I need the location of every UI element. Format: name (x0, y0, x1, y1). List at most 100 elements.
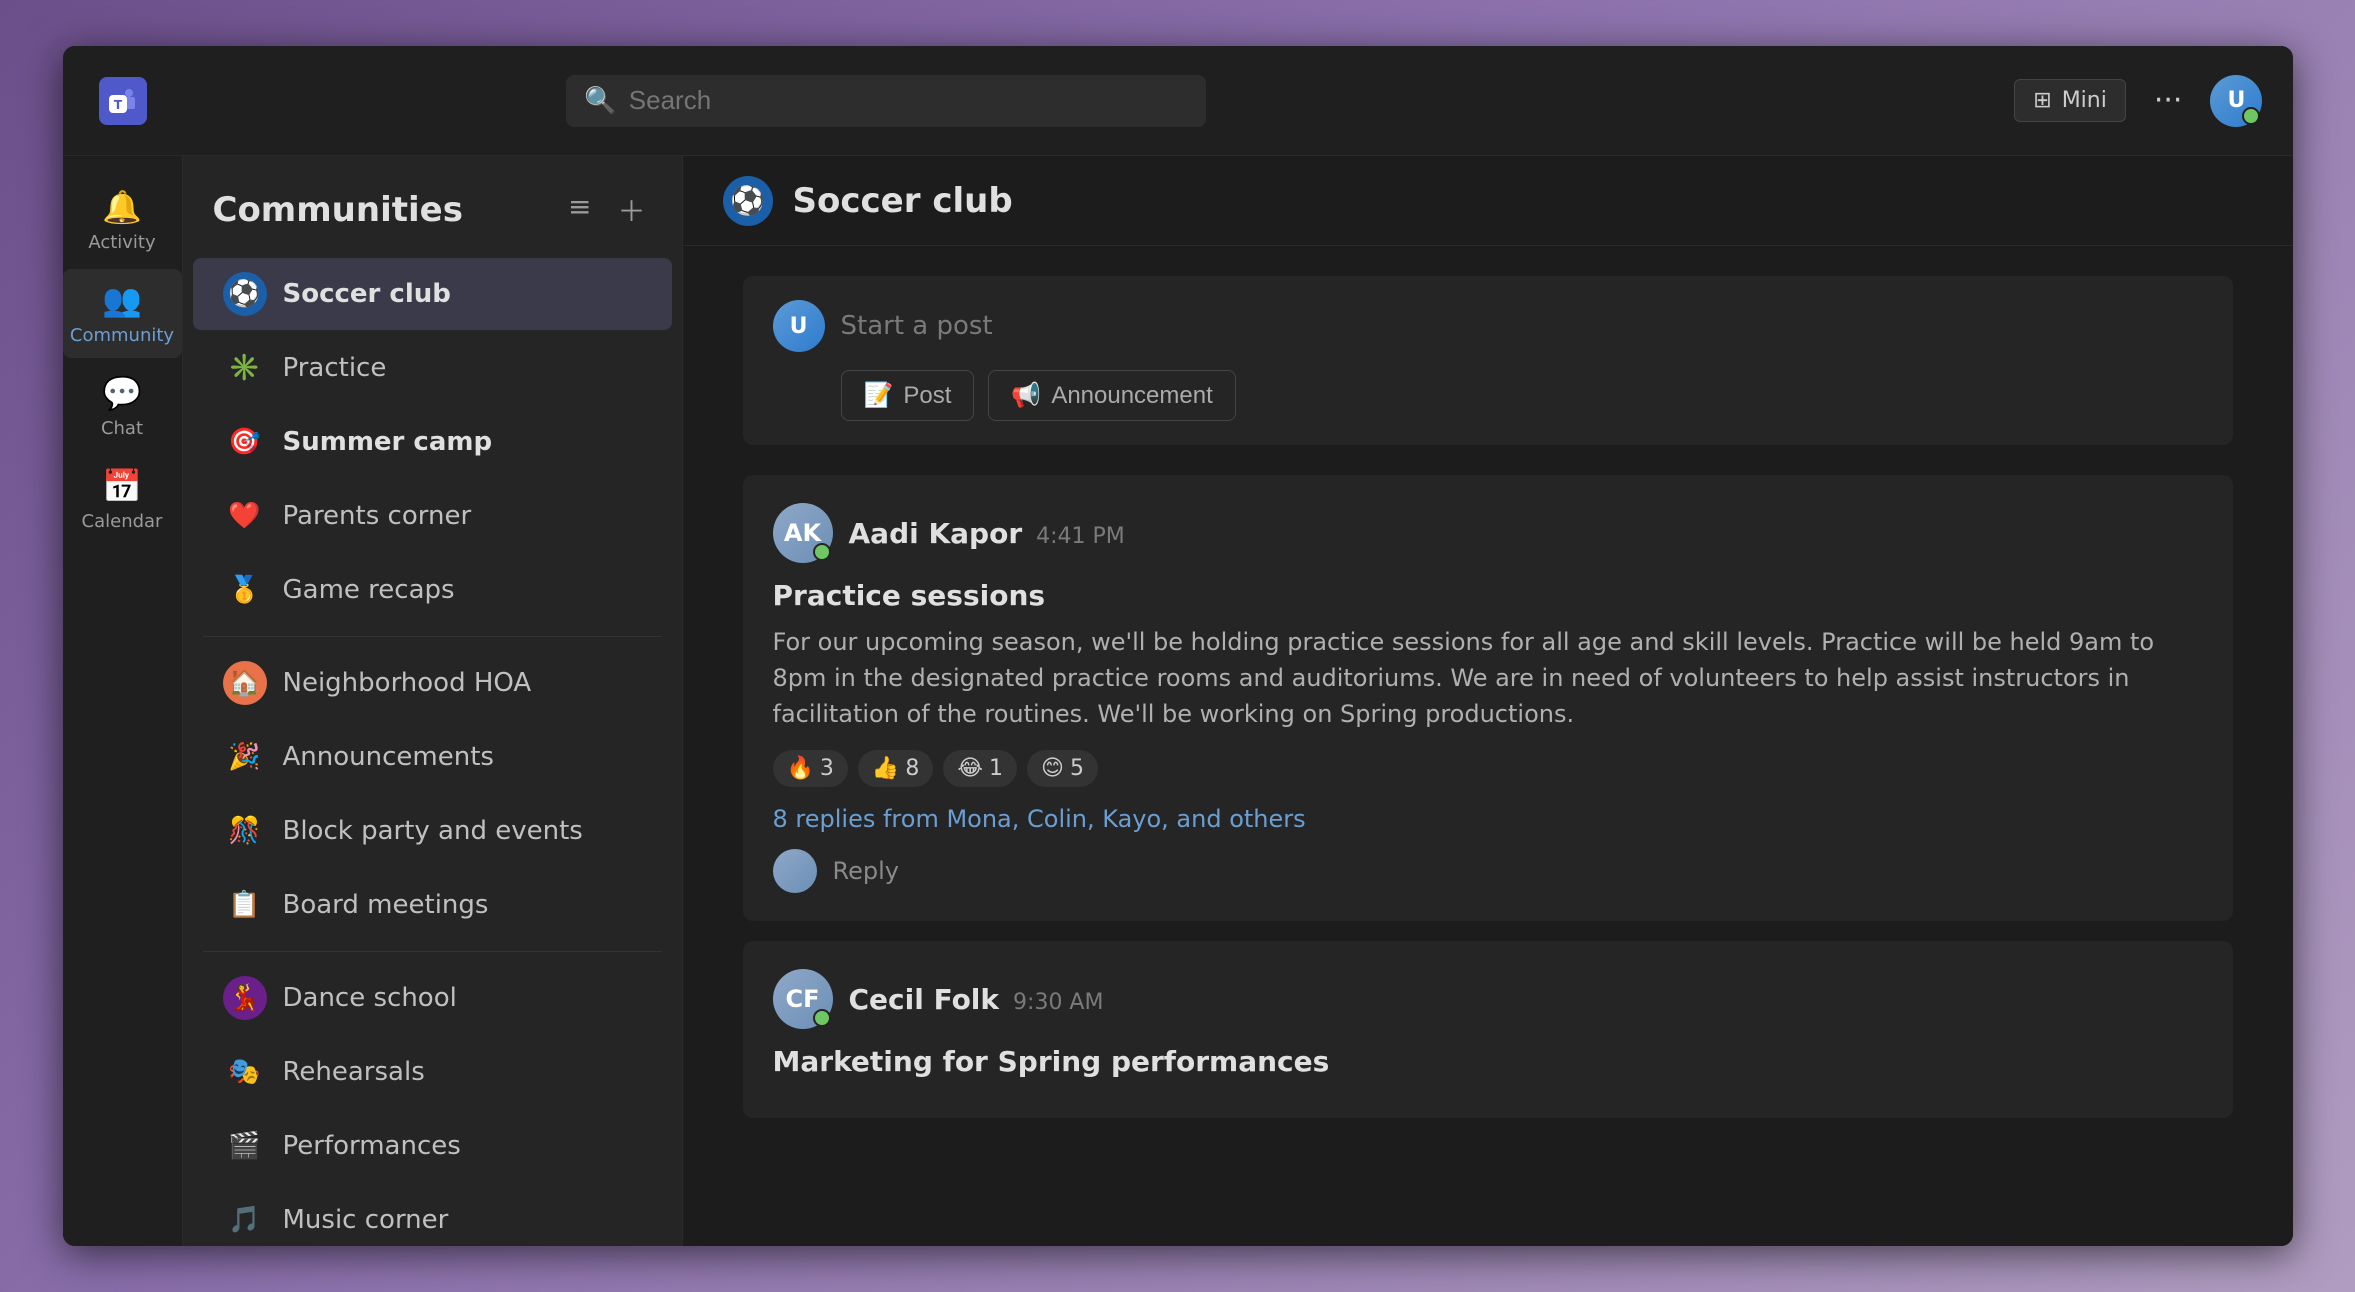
community-group-hoa: 🏠 Neighborhood HOA 🎉 Announcements 🎊 Blo… (183, 647, 682, 941)
title-bar-right: ⊞ Mini ··· U (2014, 75, 2262, 127)
reaction-laugh-count: 1 (989, 756, 1003, 781)
summer-camp-name: Summer camp (283, 427, 493, 457)
game-recaps-icon: 🥇 (223, 568, 267, 612)
community-item-performances[interactable]: 🎬 Performances (193, 1110, 672, 1182)
reaction-thumbsup[interactable]: 👍 8 (858, 750, 933, 787)
chat-messages: U Start a post 📝 Post 📢 Announcement (683, 246, 2293, 1246)
message-body-1: For our upcoming season, we'll be holdin… (773, 624, 2203, 732)
search-input[interactable] (629, 85, 1189, 116)
community-item-music-corner[interactable]: 🎵 Music corner (193, 1184, 672, 1246)
message-avatar-1: AK (773, 503, 833, 563)
add-community-button[interactable]: ＋ (611, 184, 651, 236)
community-group-dance: 💃 Dance school 🎭 Rehearsals 🎬 Performanc… (183, 962, 682, 1246)
announcements-icon: 🎉 (223, 735, 267, 779)
soccer-club-icon: ⚽ (223, 272, 267, 316)
community-item-block-party[interactable]: 🎊 Block party and events (193, 795, 672, 867)
sidebar-nav: 🔔 Activity 👥 Community 💬 Chat 📅 Calendar (63, 156, 183, 1246)
chat-header-icon: ⚽ (723, 176, 773, 226)
community-icon: 👥 (102, 281, 142, 319)
post-button[interactable]: 📝 Post (841, 370, 975, 421)
message-header-1: AK Aadi Kapor 4:41 PM (773, 503, 2203, 563)
filter-icon[interactable]: ≡ (562, 184, 597, 236)
rehearsals-name: Rehearsals (283, 1057, 425, 1087)
community-item-practice[interactable]: ✳️ Practice (193, 332, 672, 404)
community-item-summer-camp[interactable]: 🎯 Summer camp (193, 406, 672, 478)
parents-corner-icon: ❤️ (223, 494, 267, 538)
soccer-club-name: Soccer club (283, 279, 451, 309)
dance-school-icon: 💃 (223, 976, 267, 1020)
announcement-button[interactable]: 📢 Announcement (988, 370, 1235, 421)
mini-icon: ⊞ (2033, 88, 2051, 113)
message-meta-2: Cecil Folk 9:30 AM (849, 983, 1104, 1016)
sidebar-item-calendar[interactable]: 📅 Calendar (63, 455, 182, 544)
community-item-soccer-club[interactable]: ⚽ Soccer club (193, 258, 672, 330)
post-actions: 📝 Post 📢 Announcement (773, 370, 2203, 421)
community-item-rehearsals[interactable]: 🎭 Rehearsals (193, 1036, 672, 1108)
teams-logo: T (93, 71, 153, 131)
calendar-label: Calendar (82, 511, 163, 532)
reaction-smile[interactable]: 😊 5 (1027, 750, 1098, 787)
block-party-icon: 🎊 (223, 809, 267, 853)
message-title-2: Marketing for Spring performances (773, 1045, 2203, 1078)
replies-link-1[interactable]: 8 replies from Mona, Colin, Kayo, and ot… (773, 805, 2203, 833)
reply-avatar-1 (773, 849, 817, 893)
activity-label: Activity (88, 232, 155, 253)
community-item-dance-school[interactable]: 💃 Dance school (193, 962, 672, 1034)
block-party-name: Block party and events (283, 816, 583, 846)
message-author-2: Cecil Folk (849, 983, 1000, 1016)
message-meta-1: Aadi Kapor 4:41 PM (849, 517, 1125, 550)
reply-row-1: Reply (773, 849, 2203, 893)
community-group-soccer: ⚽ Soccer club ✳️ Practice 🎯 Summer camp … (183, 258, 682, 626)
community-list: ⚽ Soccer club ✳️ Practice 🎯 Summer camp … (183, 256, 682, 1246)
start-post-text[interactable]: Start a post (841, 311, 993, 341)
reaction-laugh-emoji: 😂 (957, 756, 983, 781)
main-content: 🔔 Activity 👥 Community 💬 Chat 📅 Calendar… (63, 156, 2293, 1246)
board-meetings-name: Board meetings (283, 890, 489, 920)
music-corner-icon: 🎵 (223, 1198, 267, 1242)
reaction-smile-emoji: 😊 (1041, 756, 1064, 781)
title-bar: T 🔍 ⊞ Mini ··· U (63, 46, 2293, 156)
board-meetings-icon: 📋 (223, 883, 267, 927)
chat-header-title: Soccer club (793, 181, 1013, 221)
activity-icon: 🔔 (102, 188, 142, 226)
hoa-icon: 🏠 (223, 661, 267, 705)
parents-corner-name: Parents corner (283, 501, 472, 531)
rehearsals-icon: 🎭 (223, 1050, 267, 1094)
community-item-hoa[interactable]: 🏠 Neighborhood HOA (193, 647, 672, 719)
performances-name: Performances (283, 1131, 461, 1161)
community-item-game-recaps[interactable]: 🥇 Game recaps (193, 554, 672, 626)
svg-text:T: T (113, 98, 122, 112)
chat-header: ⚽ Soccer club (683, 156, 2293, 246)
message-card-2: CF Cecil Folk 9:30 AM Marketing for Spri… (743, 941, 2233, 1118)
dance-school-name: Dance school (283, 983, 457, 1013)
reaction-fire-emoji: 🔥 (787, 756, 814, 781)
chat-area: ⚽ Soccer club U Start a post 📝 Post (683, 156, 2293, 1246)
announcement-icon: 📢 (1011, 381, 1041, 410)
reaction-laugh[interactable]: 😂 1 (943, 750, 1017, 787)
mini-button[interactable]: ⊞ Mini (2014, 79, 2126, 122)
sidebar-item-activity[interactable]: 🔔 Activity (63, 176, 182, 265)
sidebar-item-chat[interactable]: 💬 Chat (63, 362, 182, 451)
game-recaps-name: Game recaps (283, 575, 455, 605)
search-bar[interactable]: 🔍 (566, 75, 1206, 127)
post-composer: U Start a post 📝 Post 📢 Announcement (743, 276, 2233, 445)
sidebar-item-community[interactable]: 👥 Community (63, 269, 182, 358)
summer-camp-icon: 🎯 (223, 420, 267, 464)
composer-top: U Start a post (773, 300, 2203, 352)
message-card-1: AK Aadi Kapor 4:41 PM Practice sessions … (743, 475, 2233, 921)
reply-button-1[interactable]: Reply (833, 857, 899, 885)
chat-icon: 💬 (102, 374, 142, 412)
reaction-thumbsup-emoji: 👍 (872, 756, 899, 781)
search-icon: 🔍 (584, 86, 616, 116)
community-item-announcements[interactable]: 🎉 Announcements (193, 721, 672, 793)
reaction-thumbsup-count: 8 (905, 756, 919, 781)
practice-name: Practice (283, 353, 387, 383)
reaction-fire[interactable]: 🔥 3 (773, 750, 848, 787)
community-item-board-meetings[interactable]: 📋 Board meetings (193, 869, 672, 941)
communities-header-actions: ≡ ＋ (562, 184, 651, 236)
user-avatar[interactable]: U (2210, 75, 2262, 127)
community-item-parents-corner[interactable]: ❤️ Parents corner (193, 480, 672, 552)
chat-label: Chat (101, 418, 143, 439)
more-options-button[interactable]: ··· (2146, 75, 2191, 126)
message-time-2: 9:30 AM (1013, 990, 1103, 1015)
